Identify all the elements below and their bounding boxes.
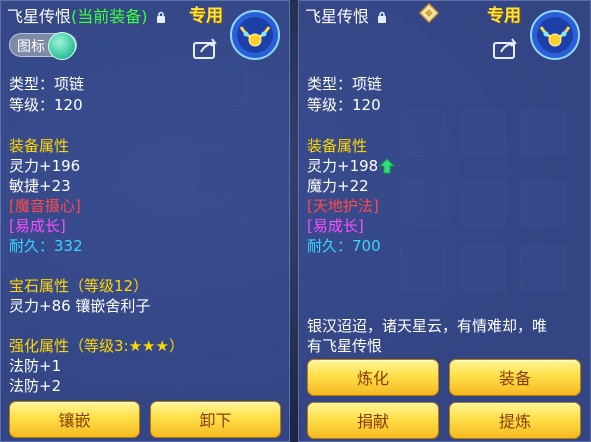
exclusive-badge: 专用	[189, 6, 223, 26]
item-level: 等级：120	[9, 96, 83, 114]
item-title: 飞星传恨(当前装备)	[7, 3, 166, 27]
share-icon[interactable]	[193, 37, 219, 59]
item-title: 飞星传恨	[305, 3, 387, 27]
item-type: 类型：项链	[9, 75, 85, 93]
donate-button[interactable]: 捐献	[307, 402, 439, 439]
item-level: 等级：120	[307, 96, 381, 114]
stat-line: 灵力+198	[307, 157, 379, 175]
lock-icon	[378, 11, 387, 23]
special-effect: [易成长]	[307, 217, 364, 235]
inlay-button[interactable]: 镶嵌	[9, 401, 140, 438]
special-skill: [魔音摄心]	[9, 197, 81, 215]
item-type: 类型：项链	[307, 75, 383, 93]
stat-line: 魔力+22	[307, 177, 369, 195]
enhance-attr-header: 强化属性（等级3:★★★）	[9, 337, 184, 355]
item-name: 飞星传恨	[305, 7, 370, 26]
icon-toggle[interactable]: 图标	[9, 32, 77, 60]
durability: 耐久：700	[307, 237, 381, 255]
equipped-tag: (当前装备)	[71, 7, 148, 26]
stat-line: 灵力+196	[9, 157, 81, 175]
special-effect: [易成长]	[9, 217, 66, 235]
increase-arrow-icon	[379, 158, 396, 174]
durability: 耐久：332	[9, 237, 83, 255]
compare-item-tooltip: 飞星传恨 专用 类型：项链 等级：120 装备属性 灵力+198 魔力+22 […	[298, 0, 591, 442]
necklace-item-icon	[230, 10, 280, 60]
equip-attr-header: 装备属性	[307, 137, 368, 155]
exclusive-badge: 专用	[487, 6, 521, 26]
stat-line-row: 灵力+198	[307, 155, 396, 176]
item-name: 飞星传恨	[7, 7, 72, 26]
unequip-button[interactable]: 卸下	[150, 401, 281, 438]
stat-line: 敏捷+23	[9, 177, 71, 195]
item-description-1: 银汉迢迢，诸天星云，有情难却，唯	[307, 317, 548, 335]
toggle-knob	[48, 32, 76, 60]
gem-attr-header: 宝石属性（等级12）	[9, 277, 149, 295]
icon-toggle-label: 图标	[17, 39, 45, 55]
appraise-diamond-icon	[419, 3, 439, 23]
gem-line: 灵力+86 镶嵌舍利子	[9, 297, 151, 315]
share-icon[interactable]	[493, 37, 519, 59]
enhance-line: 法防+1	[9, 357, 62, 375]
necklace-item-icon	[530, 10, 580, 60]
equip-attr-header: 装备属性	[9, 137, 70, 155]
extract-button[interactable]: 提炼	[449, 402, 581, 439]
enhance-line: 法防+2	[9, 377, 62, 395]
equip-button[interactable]: 装备	[449, 359, 581, 396]
special-skill: [天地护法]	[307, 197, 379, 215]
item-description-2: 有飞星传恨	[307, 337, 383, 355]
equipped-item-tooltip: 飞星传恨(当前装备) 专用 图标 类型：项链 等级：120 装备属性 灵力+19…	[0, 0, 290, 442]
lock-icon	[156, 11, 165, 23]
refine-button[interactable]: 炼化	[307, 359, 439, 396]
